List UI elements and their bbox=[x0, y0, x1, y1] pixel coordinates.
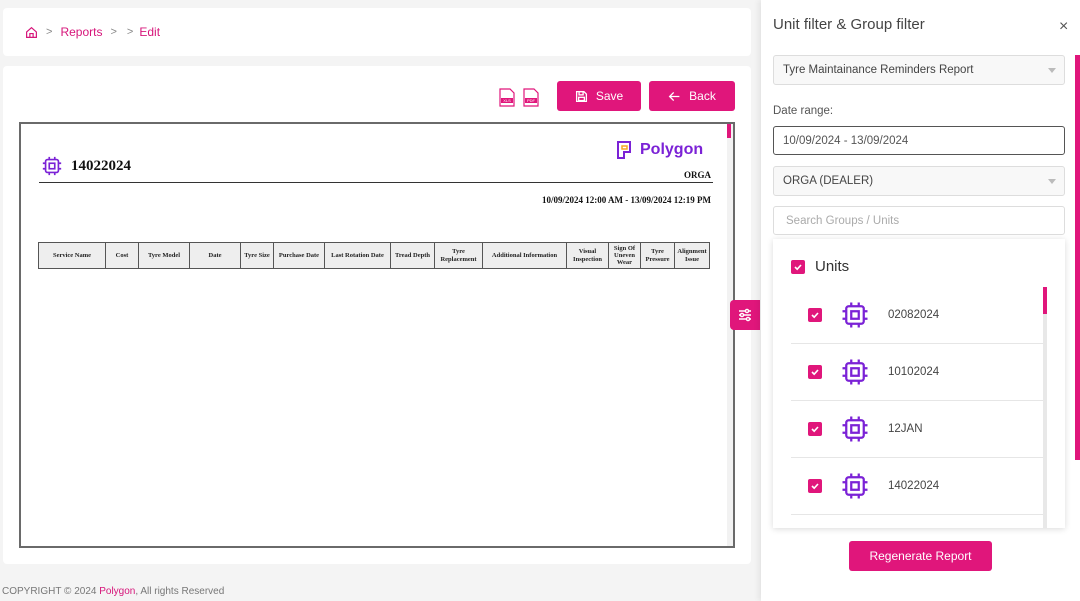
unit-checkbox[interactable] bbox=[808, 365, 822, 379]
xls-export-icon[interactable]: XLS bbox=[499, 88, 515, 107]
report-type-value: Tyre Maintainance Reminders Report bbox=[783, 64, 974, 76]
svg-text:XLS: XLS bbox=[503, 98, 511, 103]
panel-title: Unit filter & Group filter bbox=[773, 16, 925, 33]
column-header: Sign Of Uneven Wear bbox=[608, 242, 641, 269]
filter-toggle-button[interactable] bbox=[730, 300, 760, 330]
date-range-input[interactable]: 10/09/2024 - 13/09/2024 bbox=[773, 126, 1065, 155]
units-list-box: Units 02082024 10102024 12JAN 14022024 bbox=[773, 239, 1065, 528]
report-type-select[interactable]: Tyre Maintainance Reminders Report bbox=[773, 55, 1065, 85]
report-unit-title: 14022024 bbox=[41, 155, 131, 177]
column-header: Tyre Size bbox=[240, 242, 274, 269]
column-header: Tyre Pressure bbox=[640, 242, 675, 269]
polygon-logo: Polygon bbox=[617, 141, 703, 159]
column-header: Service Name bbox=[38, 242, 106, 269]
polygon-logo-text: Polygon bbox=[640, 141, 704, 158]
chevron-right-icon: > bbox=[46, 26, 53, 38]
unit-checkbox[interactable] bbox=[808, 422, 822, 436]
chip-icon bbox=[842, 302, 868, 328]
save-icon bbox=[575, 90, 587, 102]
report-table-header: Service Name Cost Tyre Model Date Tyre S… bbox=[38, 242, 710, 269]
list-item[interactable] bbox=[791, 515, 1043, 528]
search-input[interactable]: Search Groups / Units bbox=[773, 206, 1065, 235]
report-unit-name: 14022024 bbox=[71, 157, 131, 174]
list-item[interactable]: 14022024 bbox=[791, 458, 1043, 515]
footer-brand-link[interactable]: Polygon bbox=[99, 586, 135, 597]
list-item[interactable]: 02082024 bbox=[791, 287, 1043, 344]
column-header: Tyre Model bbox=[138, 242, 190, 269]
report-scrollbar-thumb[interactable] bbox=[727, 124, 731, 138]
footer-copyright: COPYRIGHT © 2024 bbox=[2, 586, 100, 597]
column-header: Last Rotation Date bbox=[324, 242, 391, 269]
chip-icon bbox=[842, 359, 868, 385]
chevron-right-icon: > bbox=[126, 26, 134, 38]
home-icon[interactable] bbox=[25, 26, 38, 39]
filter-panel: Unit filter & Group filter × Tyre Mainta… bbox=[761, 0, 1080, 601]
back-label: Back bbox=[689, 89, 716, 103]
column-header: Alignment Issue bbox=[674, 242, 710, 269]
chevron-right-icon: > bbox=[110, 26, 117, 38]
check-icon bbox=[811, 312, 819, 319]
arrow-left-icon bbox=[668, 91, 680, 101]
unit-name: 02082024 bbox=[888, 309, 940, 321]
report-scrollbar-track[interactable] bbox=[727, 124, 733, 546]
check-icon bbox=[811, 369, 819, 376]
column-header: Date bbox=[189, 242, 241, 269]
back-button[interactable]: Back bbox=[649, 81, 735, 111]
units-select-all-checkbox[interactable] bbox=[791, 259, 805, 274]
report-org: ORGA bbox=[684, 170, 711, 180]
breadcrumb: > Reports > > Edit bbox=[3, 8, 751, 56]
list-item[interactable]: 10102024 bbox=[791, 344, 1043, 401]
chip-icon bbox=[842, 416, 868, 442]
save-label: Save bbox=[595, 89, 624, 103]
svg-text:PDF: PDF bbox=[527, 98, 536, 103]
chevron-down-icon bbox=[1048, 68, 1056, 73]
column-header: Cost bbox=[105, 242, 139, 269]
date-range-label: Date range: bbox=[773, 105, 834, 117]
breadcrumb-reports[interactable]: Reports bbox=[60, 25, 102, 39]
chevron-down-icon bbox=[1048, 179, 1056, 184]
unit-list-scrollbar-thumb[interactable] bbox=[1043, 287, 1047, 314]
breadcrumb-edit[interactable]: Edit bbox=[139, 25, 160, 39]
column-header: Additional Information bbox=[482, 242, 567, 269]
units-label: Units bbox=[815, 258, 850, 275]
sliders-icon bbox=[739, 308, 751, 322]
report-preview[interactable]: 14022024 Polygon ORGA 10/09/2024 12:00 A… bbox=[19, 122, 735, 548]
unit-list-scrollbar-track[interactable] bbox=[1043, 314, 1047, 528]
check-icon bbox=[811, 426, 819, 433]
column-header: Visual Inspection bbox=[566, 242, 609, 269]
unit-name: 12JAN bbox=[888, 423, 923, 435]
unit-name: 14022024 bbox=[888, 480, 940, 492]
column-header: Tyre Replacement bbox=[434, 242, 483, 269]
report-card: XLS PDF Save Back 14022024 Polygon ORGA … bbox=[3, 66, 751, 564]
dealer-value: ORGA (DEALER) bbox=[783, 175, 874, 187]
report-date-range: 10/09/2024 12:00 AM - 13/09/2024 12:19 P… bbox=[542, 195, 711, 205]
pdf-export-icon[interactable]: PDF bbox=[523, 88, 539, 107]
close-icon[interactable]: × bbox=[1059, 19, 1068, 35]
check-icon bbox=[794, 263, 802, 270]
chip-icon bbox=[42, 156, 62, 176]
footer-rights: , All rights Reserved bbox=[135, 586, 225, 597]
footer: COPYRIGHT © 2024 Polygon, All rights Res… bbox=[2, 586, 224, 597]
report-divider bbox=[39, 182, 713, 183]
column-header: Tread Depth bbox=[390, 242, 435, 269]
check-icon bbox=[811, 483, 819, 490]
polygon-logo-icon bbox=[617, 141, 631, 159]
panel-scrollbar[interactable] bbox=[1075, 55, 1080, 460]
unit-name: 10102024 bbox=[888, 366, 940, 378]
unit-list: 02082024 10102024 12JAN 14022024 bbox=[791, 287, 1043, 528]
report-table: Service Name Cost Tyre Model Date Tyre S… bbox=[38, 242, 710, 269]
unit-checkbox[interactable] bbox=[808, 308, 822, 322]
column-header: Purchase Date bbox=[273, 242, 325, 269]
regenerate-report-button[interactable]: Regenerate Report bbox=[849, 541, 992, 571]
list-item[interactable]: 12JAN bbox=[791, 401, 1043, 458]
dealer-select[interactable]: ORGA (DEALER) bbox=[773, 166, 1065, 196]
unit-checkbox[interactable] bbox=[808, 479, 822, 493]
units-header[interactable]: Units bbox=[791, 258, 849, 275]
save-button[interactable]: Save bbox=[557, 81, 641, 111]
chip-icon bbox=[842, 473, 868, 499]
